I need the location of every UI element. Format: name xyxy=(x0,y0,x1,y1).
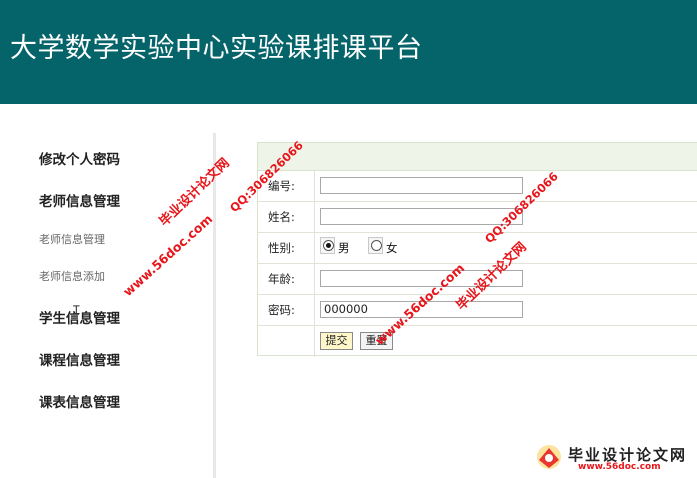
sidebar-item-teacher-management[interactable]: 老师信息管理 xyxy=(39,190,120,210)
sidebar-subitem-teacher-add[interactable]: 老师信息添加 xyxy=(39,268,105,284)
actions-label-cell xyxy=(258,326,315,357)
name-label: 姓名: xyxy=(258,202,315,232)
form-row-name: 姓名: xyxy=(258,202,697,233)
radio-female[interactable] xyxy=(371,240,382,251)
radio-female-label: 女 xyxy=(386,241,398,255)
teacher-form: 编号: 姓名: 性别: 男 女 年龄: 密码: 000000 提交 重置 xyxy=(257,142,697,357)
id-input[interactable] xyxy=(320,177,523,194)
submit-button[interactable]: 提交 xyxy=(320,332,353,350)
sidebar-item-schedule-management[interactable]: 课表信息管理 xyxy=(39,391,120,411)
radio-male-label: 男 xyxy=(338,241,350,255)
password-label: 密码: xyxy=(258,295,315,325)
name-input[interactable] xyxy=(320,208,523,225)
age-label: 年龄: xyxy=(258,264,315,294)
sidebar-item-course-management[interactable]: 课程信息管理 xyxy=(39,349,120,369)
sidebar-subitem-teacher-list[interactable]: 老师信息管理 xyxy=(39,231,105,247)
form-row-gender: 性别: 男 女 xyxy=(258,233,697,264)
watermark-logo-icon xyxy=(537,445,561,469)
sidebar: 修改个人密码 老师信息管理 老师信息管理 老师信息添加 学生信息管理 课程信息管… xyxy=(0,104,213,478)
form-header xyxy=(258,143,697,171)
sidebar-item-change-password[interactable]: 修改个人密码 xyxy=(39,148,120,168)
watermark-logo-url: www.56doc.com xyxy=(578,462,661,472)
page-title: 大学数学实验中心实验课排课平台 xyxy=(10,33,423,64)
header-bar: 大学数学实验中心实验课排课平台 xyxy=(0,0,697,104)
radio-male[interactable] xyxy=(323,240,334,251)
form-row-id: 编号: xyxy=(258,171,697,202)
form-row-actions: 提交 重置 xyxy=(258,326,697,357)
gender-label: 性别: xyxy=(258,233,315,263)
text-cursor-icon: Ɪ xyxy=(73,303,80,317)
watermark-logo: 毕业设计论文网 www.56doc.com xyxy=(534,442,694,474)
